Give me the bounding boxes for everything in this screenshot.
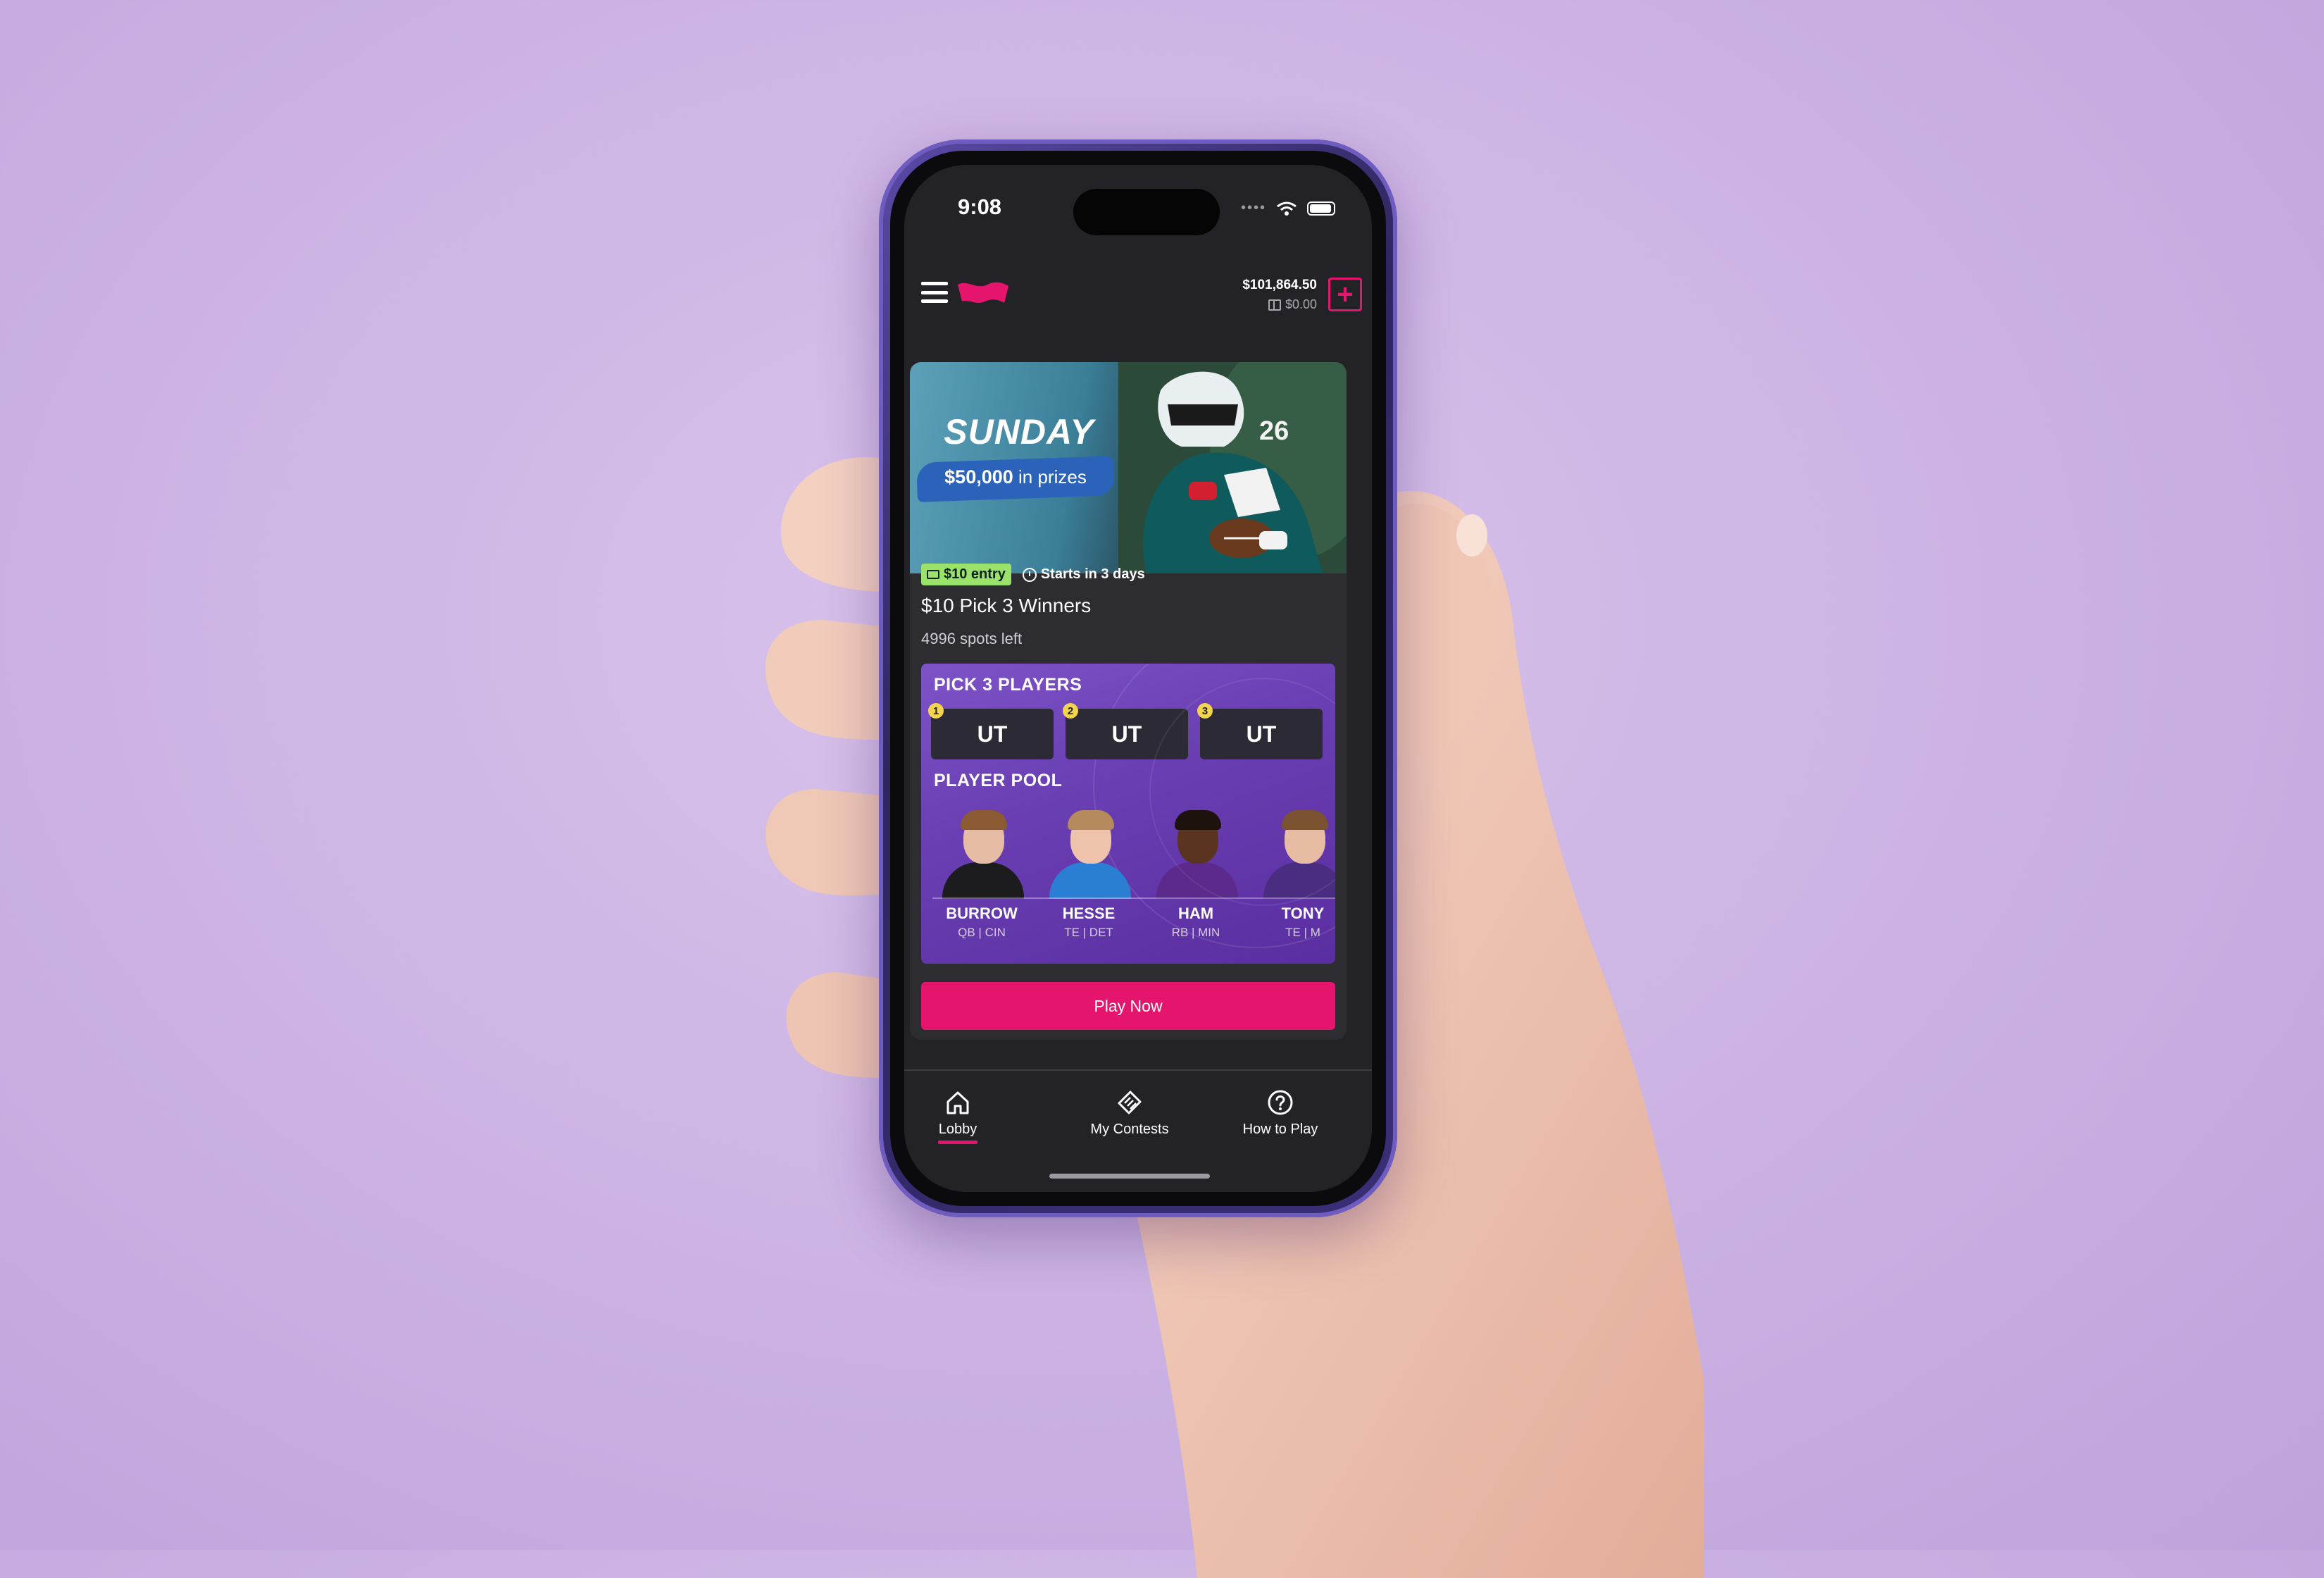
player-name: TONY (1281, 905, 1325, 922)
spots-left: 4996 spots left (921, 630, 1023, 647)
plus-icon: + (1337, 279, 1354, 310)
help-icon (1268, 1090, 1293, 1115)
player-position: TE | DET (1064, 926, 1113, 939)
slot-number-3: 3 (1197, 703, 1213, 719)
player-pool[interactable]: BURROW QB | CIN HESSE TE | DET HAM RB | … (932, 804, 1335, 952)
ticket-icon (1118, 1091, 1142, 1114)
pool-divider (932, 897, 1335, 899)
add-funds-button[interactable]: + (1328, 278, 1362, 311)
pool-player-burrow[interactable]: BURROW QB | CIN (932, 804, 1031, 952)
pool-player-hesse[interactable]: HESSE TE | DET (1039, 804, 1138, 952)
player-name: HAM (1177, 905, 1214, 922)
player-photo (1147, 804, 1245, 899)
player-position: RB | MIN (1171, 926, 1220, 939)
cash-balance: $101,864.50 (1242, 278, 1317, 292)
menu-icon[interactable] (921, 282, 948, 303)
player-pool-heading: PLAYER POOL (934, 771, 1063, 790)
bonus-balance-row: $0.00 (1242, 297, 1317, 312)
contest-badges: $10 entry Starts in 3 days (921, 564, 1145, 585)
signal-icon: •••• (1240, 200, 1266, 216)
player-name: HESSE (1062, 905, 1116, 922)
app-screen: 9:08 •••• $101,864.50 $0.00 + SUNDAY $50… (904, 165, 1372, 1192)
player-photo (1254, 804, 1335, 899)
gift-icon (1268, 299, 1281, 311)
pick-slot-1[interactable]: 1 UT (928, 703, 1054, 759)
start-time-badge: Starts in 3 days (1022, 566, 1145, 583)
nav-my-contests-label: My Contests (1090, 1122, 1169, 1137)
entry-fee-badge: $10 entry (921, 564, 1011, 585)
bottom-nav: Lobby My Contests How to Play (904, 1074, 1372, 1158)
clock-icon (1022, 567, 1037, 582)
pick-players-heading: PICK 3 PLAYERS (934, 675, 1082, 695)
home-indicator (1049, 1174, 1210, 1179)
football-player-image: 26 (1118, 362, 1347, 573)
play-now-button[interactable]: Play Now (921, 982, 1335, 1030)
nav-lobby[interactable]: Lobby (904, 1088, 1021, 1144)
contest-card[interactable]: SUNDAY $50,000 in prizes 26 $10 entry St… (910, 362, 1347, 1040)
banner-prize: $50,000 in prizes (917, 466, 1114, 488)
active-tab-indicator (938, 1141, 977, 1144)
pick-slot-2[interactable]: 2 UT (1063, 703, 1188, 759)
flag-logo[interactable] (955, 275, 1011, 310)
nav-how-to-play[interactable]: How to Play (1217, 1088, 1344, 1138)
dynamic-island (1073, 189, 1220, 235)
player-photo (1039, 804, 1138, 899)
phone-frame: 9:08 •••• $101,864.50 $0.00 + SUNDAY $50… (879, 139, 1397, 1217)
contest-title: $10 Pick 3 Winners (921, 595, 1092, 616)
slot-number-1: 1 (928, 703, 944, 719)
pick-slot-3[interactable]: 3 UT (1197, 703, 1323, 759)
pool-player-ham[interactable]: HAM RB | MIN (1147, 804, 1245, 952)
ticket-icon (927, 570, 939, 579)
slot-label-3: UT (1246, 721, 1277, 747)
pool-player-tony[interactable]: TONY TE | M (1254, 804, 1335, 952)
nav-my-contests[interactable]: My Contests (1066, 1088, 1193, 1138)
pick-players-panel: PICK 3 PLAYERS 1 UT 2 UT 3 UT PLAYER POO… (921, 664, 1335, 964)
entry-fee-label: $10 entry (944, 566, 1006, 582)
slot-label-1: UT (977, 721, 1008, 747)
player-name: BURROW (946, 905, 1018, 922)
player-position: QB | CIN (958, 926, 1006, 939)
battery-icon (1307, 201, 1335, 216)
bonus-balance: $0.00 (1285, 297, 1317, 311)
slot-label-2: UT (1111, 721, 1142, 747)
slot-number-2: 2 (1063, 703, 1078, 719)
svg-text:26: 26 (1259, 416, 1289, 446)
nav-how-to-play-label: How to Play (1242, 1122, 1318, 1137)
player-photo (932, 804, 1031, 899)
contest-banner: SUNDAY $50,000 in prizes 26 (910, 362, 1347, 573)
nav-divider (904, 1069, 1372, 1071)
app-header: $101,864.50 $0.00 + (904, 268, 1372, 324)
wifi-icon (1277, 201, 1297, 216)
banner-title: SUNDAY (944, 412, 1094, 452)
prize-amount: $50,000 (944, 466, 1013, 487)
status-time: 9:08 (958, 194, 1002, 219)
nav-lobby-label: Lobby (938, 1122, 977, 1137)
player-position: TE | M (1285, 926, 1320, 939)
home-icon (947, 1091, 969, 1114)
start-time-label: Starts in 3 days (1040, 566, 1145, 582)
status-icons: •••• (1241, 200, 1335, 216)
prize-suffix: in prizes (1018, 466, 1087, 487)
balance-display[interactable]: $101,864.50 $0.00 (1242, 278, 1317, 312)
